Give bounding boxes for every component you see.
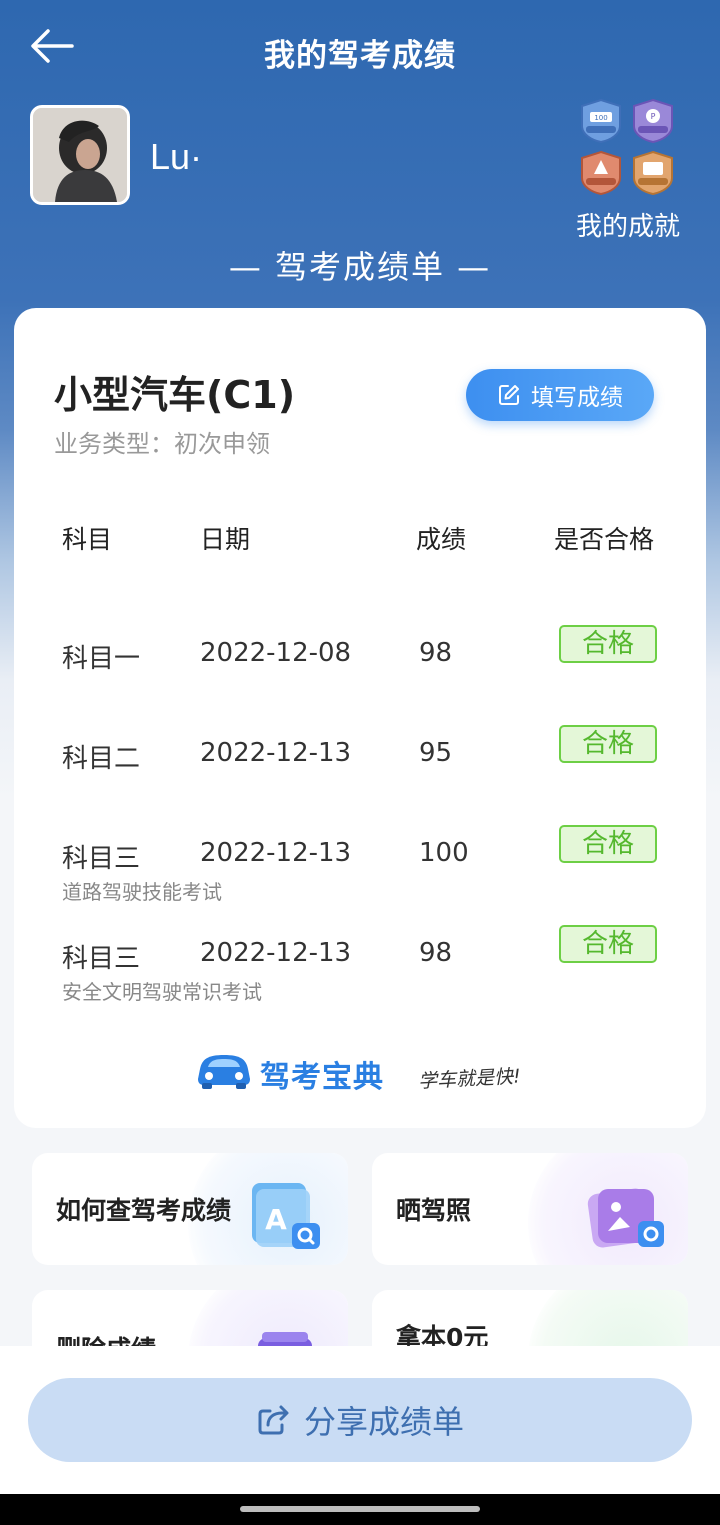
pass-badge: 合格: [559, 925, 657, 963]
row-score: 98: [419, 638, 453, 668]
row-subject: 科目三: [62, 844, 141, 874]
tile-query-score[interactable]: 如何查驾考成绩 A: [32, 1153, 348, 1265]
home-indicator[interactable]: [240, 1506, 480, 1512]
row-subject: 科目一: [62, 644, 141, 674]
row-score: 95: [419, 738, 453, 768]
row-date: 2022-12-08: [200, 638, 352, 668]
row-score: 98: [419, 938, 453, 968]
row-note: 道路驾驶技能考试: [62, 880, 222, 904]
share-icon: [258, 1405, 289, 1435]
row-subject: 科目三: [62, 944, 141, 974]
car-logo-icon: [198, 1055, 250, 1089]
table-row: 科目三 2022-12-13 100 合格 道路驾驶技能考试: [14, 820, 706, 904]
page-title: 我的驾考成绩: [264, 38, 456, 74]
svg-text:100: 100: [594, 114, 607, 122]
table-row: 科目一 2022-12-08 98 合格: [14, 620, 706, 700]
business-type: 业务类型：初次申领: [54, 430, 270, 458]
avatar[interactable]: [30, 105, 130, 205]
edit-icon: [499, 385, 519, 405]
column-header-pass: 是否合格: [554, 525, 655, 554]
brand-name: 驾考宝典: [260, 1060, 384, 1095]
fill-score-button[interactable]: 填写成绩: [466, 369, 654, 421]
achievements-button[interactable]: 100 P 我的成就: [566, 96, 690, 246]
achievement-badges: 100 P: [578, 98, 678, 196]
score-sheet-title: — 驾考成绩单 —: [228, 248, 492, 286]
tile-label: 如何查驾考成绩: [56, 1196, 232, 1225]
pass-badge: 合格: [559, 725, 657, 763]
system-navigation-bar: [0, 1494, 720, 1525]
achievements-label: 我的成就: [575, 212, 680, 242]
badge-license-icon: [633, 150, 673, 196]
badge-100-icon: 100: [581, 98, 621, 144]
badge-road-icon: [581, 150, 621, 196]
tile-show-license[interactable]: 晒驾照: [372, 1153, 688, 1265]
fill-score-label: 填写成绩: [531, 385, 623, 411]
share-label: 分享成绩单: [303, 1403, 464, 1441]
pass-badge: 合格: [559, 825, 657, 863]
svg-text:A: A: [265, 1203, 287, 1236]
avatar-image: [33, 108, 127, 202]
svg-text:P: P: [651, 112, 656, 121]
column-header-subject: 科目: [62, 525, 113, 554]
header: 我的驾考成绩: [0, 0, 720, 96]
badge-p-icon: P: [633, 98, 673, 144]
row-note: 安全文明驾驶常识考试: [62, 980, 262, 1004]
pass-badge: 合格: [559, 625, 657, 663]
tile-label: 晒驾照: [396, 1196, 472, 1225]
column-header-date: 日期: [200, 525, 251, 554]
score-card: 小型汽车(C1) 业务类型：初次申领 填写成绩 科目 日期 成绩 是否合格 科目…: [14, 308, 706, 1128]
row-date: 2022-12-13: [200, 938, 352, 968]
username: Lu·: [150, 136, 203, 177]
table-row: 科目三 2022-12-13 98 合格 安全文明驾驶常识考试: [14, 920, 706, 1004]
share-score-button[interactable]: 分享成绩单: [28, 1378, 692, 1462]
bottom-bar: 分享成绩单: [0, 1346, 720, 1494]
row-date: 2022-12-13: [200, 838, 352, 868]
vehicle-type: 小型汽车(C1): [54, 373, 296, 417]
column-header-score: 成绩: [416, 525, 467, 554]
row-subject: 科目二: [62, 744, 141, 774]
brand-slogan: 学车就是快!: [417, 1065, 522, 1093]
brand-logo: 驾考宝典 学车就是快!: [194, 1046, 534, 1096]
search-document-icon: A: [252, 1183, 320, 1249]
row-score: 100: [419, 838, 469, 868]
photo-camera-icon: [587, 1188, 664, 1248]
row-date: 2022-12-13: [200, 738, 352, 768]
table-row: 科目二 2022-12-13 95 合格: [14, 720, 706, 800]
